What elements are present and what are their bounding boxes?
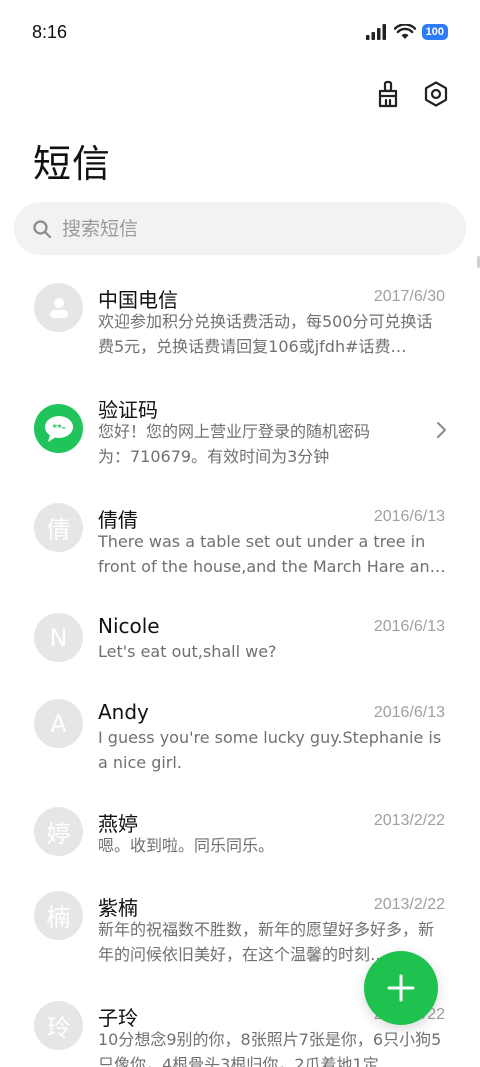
page-title: 短信 [33, 142, 112, 186]
wifi-icon [393, 24, 416, 39]
contact-avatar: 玲 [34, 1001, 83, 1050]
toolbar [372, 78, 452, 110]
chevron-right-icon [437, 422, 446, 438]
signal-icon [365, 24, 386, 40]
message-preview: 您好！您的网上营业厅登录的随机密码为：710679。有效时间为3分钟 [98, 422, 371, 466]
message-preview: I guess you're some lucky guy.Stephanie … [98, 728, 442, 772]
message-preview: Let's eat out,shall we? [98, 642, 277, 661]
plus-icon [387, 974, 415, 1002]
message-date: 2013/2/22 [373, 896, 445, 913]
status-icons: 100 [365, 24, 448, 40]
message-date: 2016/6/13 [373, 618, 445, 635]
message-date: 2013/2/22 [373, 812, 445, 829]
search-input[interactable] [62, 217, 422, 240]
settings-button[interactable] [420, 78, 452, 110]
sender-name: Nicole [98, 614, 160, 638]
contact-avatar: 婷 [34, 807, 83, 856]
list-item[interactable]: **- 验证码 您好！您的网上营业厅登录的随机密码为：710679。有效时间为3… [0, 382, 480, 492]
message-date: 2016/6/13 [373, 704, 445, 721]
svg-text:**-: **- [52, 423, 65, 433]
message-preview: 嗯。收到啦。同乐同乐。 [98, 836, 275, 855]
person-icon [49, 297, 68, 318]
sender-name: Andy [98, 700, 149, 724]
message-preview: 欢迎参加积分兑换话费活动，每500分可兑换话费5元，兑换话费请回复106或jfd… [98, 312, 433, 356]
battery-indicator: 100 [421, 24, 448, 40]
contact-avatar [34, 283, 83, 332]
status-bar: 8:16 100 [0, 0, 480, 68]
message-preview: 10分想念9别的你，8张照片7张是你，6只小狗5只像你，4根骨头3根归你，2爪着… [98, 1030, 442, 1067]
new-message-button[interactable] [364, 951, 438, 1025]
list-item[interactable]: A Andy 2016/6/13 I guess you're some luc… [0, 688, 480, 798]
status-time: 8:16 [32, 22, 68, 42]
search-icon [33, 219, 52, 238]
contact-avatar: 楠 [34, 891, 83, 940]
message-date: 2017/6/30 [373, 288, 445, 305]
contact-avatar: **- [34, 404, 83, 453]
message-bubble-icon: **- [44, 415, 73, 442]
clean-button[interactable] [372, 78, 404, 110]
contact-avatar: 倩 [34, 503, 83, 552]
broom-icon [378, 80, 398, 108]
list-item[interactable]: 倩 倩倩 2016/6/13 There was a table set out… [0, 492, 480, 602]
message-preview: There was a table set out under a tree i… [98, 532, 446, 576]
search-bar[interactable] [14, 202, 466, 255]
list-item[interactable]: 中国电信 2017/6/30 欢迎参加积分兑换话费活动，每500分可兑换话费5元… [0, 272, 480, 382]
message-date: 2016/6/13 [373, 508, 445, 525]
contact-avatar: A [34, 699, 83, 748]
gear-icon [424, 81, 448, 107]
contact-avatar: N [34, 613, 83, 662]
list-item[interactable]: 婷 燕婷 2013/2/22 嗯。收到啦。同乐同乐。 [0, 798, 480, 884]
list-item[interactable]: N Nicole 2016/6/13 Let's eat out,shall w… [0, 602, 480, 688]
